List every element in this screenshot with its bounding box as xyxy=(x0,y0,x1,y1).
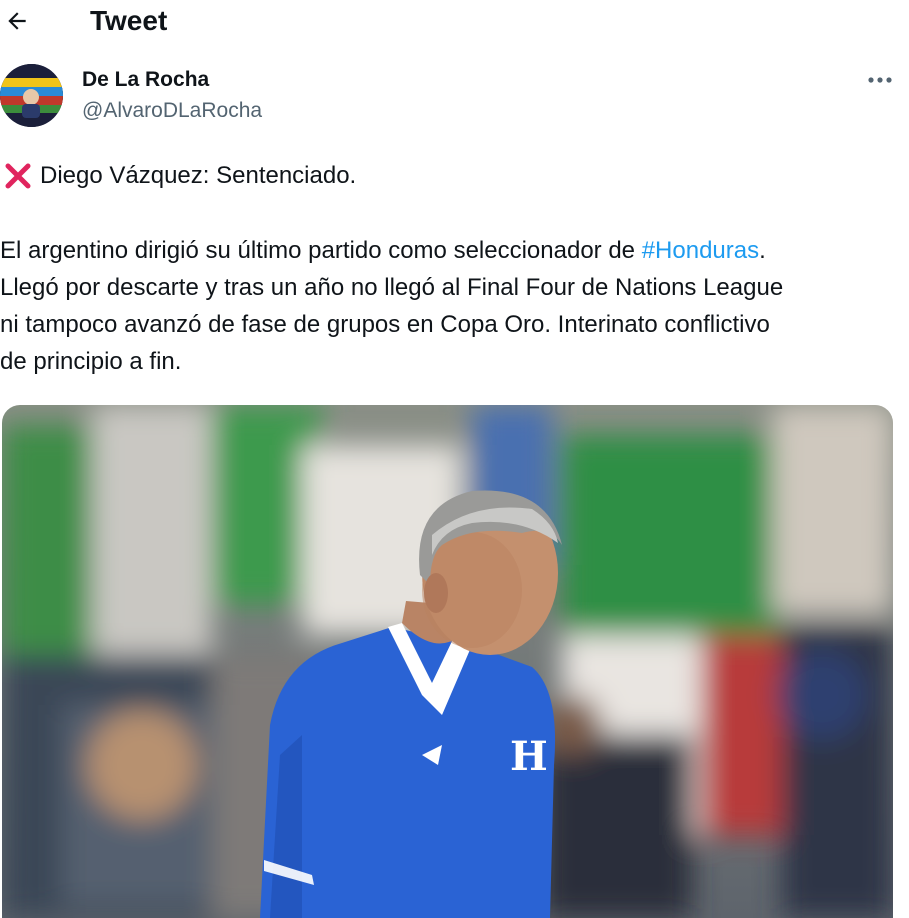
body-line-3: ni tampoco avanzó de fase de grupos en C… xyxy=(0,311,770,338)
back-button[interactable] xyxy=(0,4,34,38)
author-name[interactable]: De La Rocha xyxy=(82,67,209,93)
header-bar: Tweet xyxy=(0,0,909,44)
tweet-headline: Diego Vázquez: Sentenciado. xyxy=(2,158,356,194)
body-line-4: de principio a fin. xyxy=(0,348,182,375)
cross-mark-icon xyxy=(2,160,34,192)
tweet-media-photo[interactable]: H xyxy=(2,405,893,918)
body-line-2: Llegó por descarte y tras un año no lleg… xyxy=(0,274,784,301)
avatar[interactable] xyxy=(0,64,63,127)
body-line-1-prefix: El argentino dirigió su último partido c… xyxy=(0,237,642,264)
avatar-image-icon xyxy=(0,64,63,127)
photo-coach-icon: H xyxy=(2,405,893,918)
tweet-page: Tweet De La Rocha @AlvaroDLaRocha Diego … xyxy=(0,0,909,918)
body-line-1: El argentino dirigió su último partido c… xyxy=(0,232,905,269)
hashtag-link[interactable]: #Honduras xyxy=(642,237,759,264)
headline-text: Diego Vázquez: Sentenciado. xyxy=(40,162,357,189)
body-line-1-suffix: . xyxy=(759,237,766,264)
page-title: Tweet xyxy=(90,5,168,36)
author-handle[interactable]: @AlvaroDLaRocha xyxy=(82,98,262,124)
more-options-button[interactable] xyxy=(862,66,898,94)
svg-text:H: H xyxy=(510,733,548,780)
arrow-left-icon xyxy=(8,12,26,30)
tweet-body: El argentino dirigió su último partido c… xyxy=(0,232,905,380)
more-horizontal-icon xyxy=(868,77,892,83)
